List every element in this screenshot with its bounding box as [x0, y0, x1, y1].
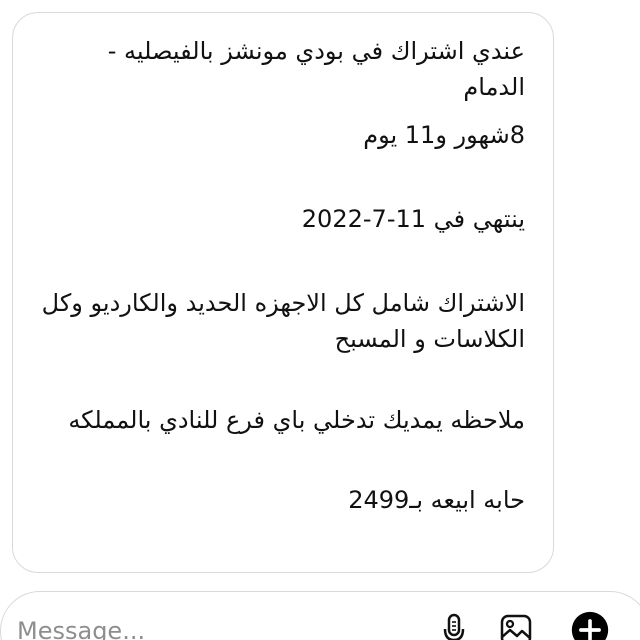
- message-line-includes: الاشتراك شامل كل الاجهزه الحديد والكاردي…: [41, 289, 525, 353]
- message-composer: [0, 591, 640, 640]
- message-line-duration: 8شهور و11 يوم: [363, 121, 525, 149]
- microphone-icon[interactable]: [434, 610, 474, 640]
- message-line-note: ملاحظه يمديك تدخلي باي فرع للنادي بالممل…: [68, 406, 525, 434]
- message-line-end-date: ينتهي في 11-7-2022: [301, 205, 525, 233]
- message-input[interactable]: [17, 617, 277, 640]
- message-bubble[interactable]: عندي اشتراك في بودي مونشز بالفيصليه - ال…: [12, 12, 554, 573]
- direct-message-screen: عندي اشتراك في بودي مونشز بالفيصليه - ال…: [0, 0, 640, 640]
- message-line-price: حابه ابيعه بـ2499: [348, 486, 525, 514]
- message-line-subscription: عندي اشتراك في بودي مونشز بالفيصليه - ال…: [107, 37, 525, 101]
- plus-icon[interactable]: [570, 610, 610, 640]
- photo-icon[interactable]: [496, 610, 536, 640]
